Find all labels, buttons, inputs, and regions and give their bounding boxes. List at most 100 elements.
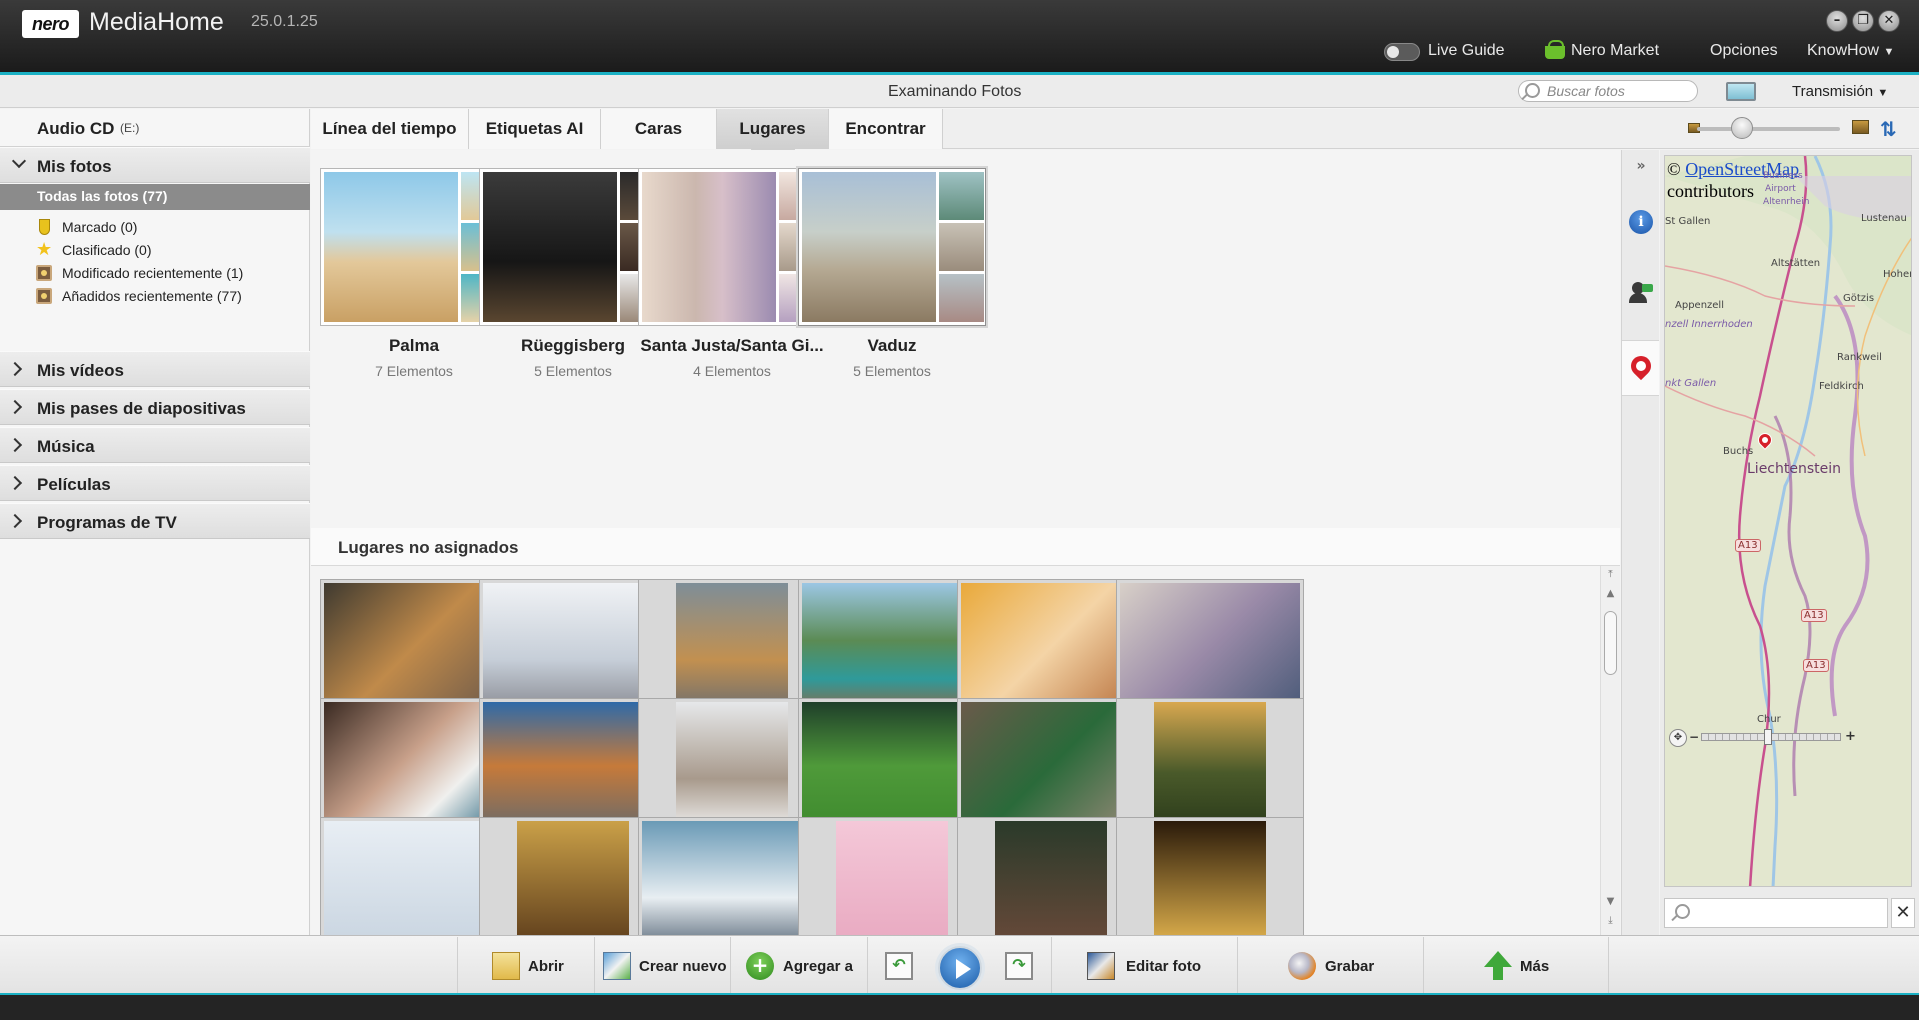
sidebar-section-photos[interactable]: Mis fotos [0,147,310,183]
knowhow-label: KnowHow [1807,42,1880,59]
map-town: St Gallen [1665,216,1711,227]
edit-photo-label: Editar foto [1126,958,1201,975]
photo-image [324,821,504,935]
map-search-box[interactable] [1664,898,1888,928]
map-zoom-in-icon[interactable]: + [1845,730,1857,743]
live-guide-label[interactable]: Live Guide [1428,42,1505,60]
photo-grid [311,566,1620,935]
search-input[interactable] [1547,83,1692,99]
burn-button[interactable]: Grabar [1237,937,1423,994]
photo-thumbnail[interactable] [1116,698,1304,834]
scroll-down-icon[interactable]: ▼ [1604,896,1617,910]
album-cover-photo [802,172,936,322]
road-shield: A13 [1803,659,1829,672]
map-town: Chur [1757,714,1781,725]
map-search-clear-button[interactable]: ✕ [1891,898,1915,928]
chevron-down-icon [11,153,27,169]
album-mini-photo [939,274,984,322]
create-new-button[interactable]: Crear nuevo [594,937,730,994]
sidebar-section-music[interactable]: Música [0,427,310,463]
nero-market-link[interactable]: Nero Market [1571,42,1659,60]
face-tag-icon[interactable] [1629,280,1653,304]
create-new-label: Crear nuevo [639,958,727,975]
photo-image [642,821,822,935]
photo-thumbnail[interactable] [1116,579,1304,715]
create-new-icon [603,952,631,980]
vertical-scrollbar[interactable]: ⤒ ▲ ▼ ⤓ [1600,566,1620,935]
map-town: Appenzell [1675,300,1724,311]
search-box[interactable] [1518,80,1698,102]
map-town: Altstätten [1771,258,1821,269]
map-zoom-handle[interactable] [1764,729,1772,745]
map-zoom-out-icon[interactable]: − [1689,731,1699,743]
play-button[interactable] [938,946,982,990]
rotate-left-icon[interactable]: ↶ [885,952,913,980]
map-pan-icon[interactable]: ✥ [1669,729,1687,747]
sidebar-item-all-photos[interactable]: Todas las fotos (77) [0,184,310,210]
edit-photo-button[interactable]: Editar foto [1051,937,1237,994]
map-town: Götzis [1843,293,1875,304]
display-icon[interactable] [1726,82,1756,101]
options-menu[interactable]: Opciones [1710,42,1778,60]
chevron-right-icon [7,361,23,377]
tab-timeline[interactable]: Línea del tiempo [311,109,469,149]
title-bar: nero MediaHome 25.0.1.25 – ❐ ✕ Live Guid… [0,0,1919,72]
album-title: Vaduz [867,336,917,355]
album-icon [36,288,52,304]
scroll-up-icon[interactable]: ▲ [1604,588,1617,602]
app-version: 25.0.1.25 [251,13,318,30]
info-icon[interactable]: i [1629,210,1653,234]
star-icon: ★ [36,239,53,260]
tab-faces[interactable]: Caras [601,109,717,149]
rotate-right-icon[interactable]: ↷ [1005,952,1033,980]
map-region: nzell Innerrhoden [1665,319,1753,330]
open-button[interactable]: Abrir [457,937,594,994]
sidebar-section-movies[interactable]: Películas [0,465,310,501]
open-folder-icon [492,952,520,980]
photo-image [1154,821,1266,935]
scroll-thumb[interactable] [1604,611,1617,675]
photo-thumbnail[interactable] [1116,817,1304,935]
collapse-panel-icon[interactable]: » [1629,158,1653,182]
knowhow-menu[interactable]: KnowHow ▼ [1807,42,1894,60]
places-albums: Palma 7 Elementos Rüeggisberg 5 Elemento… [311,150,1620,528]
album-cover-photo [642,172,776,322]
map-view[interactable]: © OpenStreetMap contributors Business Air… [1664,155,1912,887]
more-label: Más [1520,958,1550,975]
sidebar-section-videos[interactable]: Mis vídeos [0,351,310,387]
album-mini-photo [939,172,984,220]
tab-places[interactable]: Lugares [717,109,829,157]
chevron-down-icon: ▼ [1883,46,1895,58]
add-to-label: Agregar a [783,958,854,975]
unassigned-places-label: Lugares no asignados [338,538,519,557]
transmission-label: Transmisión [1792,83,1874,100]
large-thumbnail-icon[interactable] [1852,120,1869,134]
live-guide-toggle[interactable] [1384,43,1420,61]
close-window-button[interactable]: ✕ [1878,10,1900,32]
minimize-button[interactable]: – [1826,10,1848,32]
add-to-button[interactable]: + Agregar a [730,937,867,994]
more-button[interactable]: Más [1423,937,1609,994]
scroll-bottom-icon[interactable]: ⤓ [1604,915,1617,929]
sort-icon[interactable]: ⇅ [1880,117,1897,141]
sidebar-section-slideshows[interactable]: Mis pases de diapositivas [0,389,310,425]
scroll-top-icon[interactable]: ⤒ [1604,569,1617,583]
sidebar-item-audio-cd[interactable]: Audio CD (E:) [0,109,310,147]
map-label: Airport [1765,184,1796,194]
photo-image [1154,702,1266,830]
sidebar-item-label: Clasificado (0) [62,242,152,258]
tab-find[interactable]: Encontrar [829,109,943,149]
album-card-vaduz[interactable] [798,168,986,326]
sidebar-item-label: Modificado recientemente (1) [62,265,244,281]
map-town: Hohene [1883,269,1911,280]
location-pin-icon[interactable] [1626,351,1656,381]
slider-handle[interactable] [1731,117,1753,139]
transmission-menu[interactable]: Transmisión ▼ [1792,83,1888,100]
audio-cd-label: Audio CD [37,119,115,138]
restore-button[interactable]: ❐ [1852,10,1874,32]
thumbnail-size-slider[interactable] [1697,127,1840,131]
tab-ai-tags[interactable]: Etiquetas AI [469,109,601,149]
photo-image [324,583,504,711]
sidebar-section-tv[interactable]: Programas de TV [0,503,310,539]
flag-icon [39,219,50,235]
